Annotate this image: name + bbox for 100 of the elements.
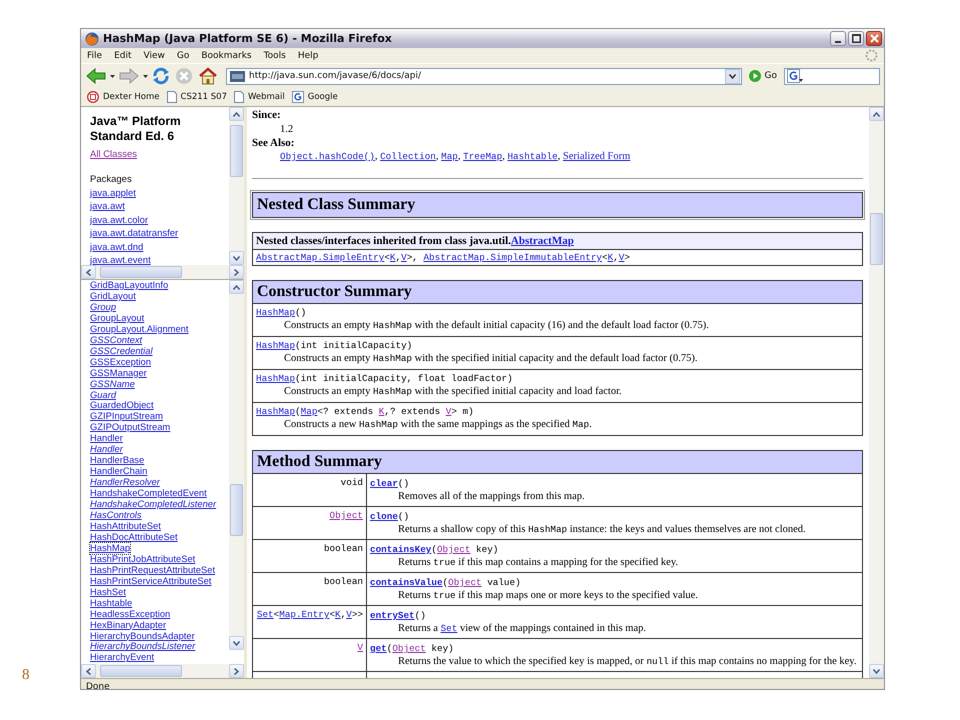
scroll-left-button[interactable]	[81, 664, 96, 678]
class-link[interactable]: HexBinaryAdapter	[90, 620, 166, 630]
doc-link[interactable]: Object	[436, 544, 470, 555]
scroll-thumb[interactable]	[100, 266, 182, 278]
class-link[interactable]: GZIPInputStream	[90, 411, 163, 422]
class-link[interactable]: HasControls	[90, 510, 142, 521]
doc-link[interactable]: clone	[370, 511, 398, 522]
doc-link[interactable]: Object.hashCode()	[280, 151, 375, 162]
scroll-down-button[interactable]	[229, 636, 244, 650]
doc-link[interactable]: V	[618, 252, 624, 263]
class-link[interactable]: Handler	[90, 444, 123, 456]
menu-item[interactable]: View	[144, 50, 165, 60]
class-link[interactable]: GroupLayout	[90, 312, 144, 324]
address-dropdown[interactable]	[724, 68, 740, 84]
vertical-scrollbar[interactable]	[229, 280, 244, 650]
history-dropdown[interactable]	[110, 74, 115, 78]
class-link[interactable]: HierarchyEvent	[90, 652, 154, 664]
scroll-thumb[interactable]	[870, 213, 883, 265]
doc-link[interactable]: K	[390, 252, 396, 263]
doc-link[interactable]: Serialized Form	[562, 151, 630, 162]
bookmark-item[interactable]: Webmail	[234, 91, 285, 103]
package-link[interactable]: java.awt.dnd	[90, 240, 144, 254]
menu-item[interactable]: Help	[298, 50, 318, 60]
doc-link[interactable]: containsValue	[370, 577, 443, 588]
class-link[interactable]: HeadlessException	[90, 608, 170, 620]
package-link[interactable]: java.awt.datatransfer	[90, 227, 178, 240]
class-link[interactable]: HandlerChain	[90, 466, 148, 478]
vertical-scrollbar[interactable]	[229, 107, 244, 265]
maximize-button[interactable]	[848, 31, 864, 46]
scroll-up-button[interactable]	[229, 107, 244, 121]
doc-link[interactable]: V	[401, 252, 407, 263]
doc-link[interactable]: Map	[300, 406, 318, 417]
reload-button[interactable]	[151, 67, 171, 85]
doc-link[interactable]: HashMap	[256, 307, 296, 318]
doc-link[interactable]: V	[346, 609, 352, 620]
class-link[interactable]: HandlerResolver	[90, 477, 160, 488]
all-classes-link[interactable]: All Classes	[90, 148, 137, 162]
scroll-down-button[interactable]	[869, 664, 884, 678]
class-link[interactable]: GroupLayout.Alignment	[90, 324, 188, 335]
doc-link[interactable]: Map.Entry	[279, 609, 330, 620]
minimize-button[interactable]	[830, 31, 846, 46]
doc-link[interactable]: Object	[392, 643, 426, 654]
close-button[interactable]	[866, 31, 882, 46]
class-link[interactable]: HashPrintServiceAttributeSet	[90, 576, 212, 587]
bookmark-item[interactable]: Google	[292, 91, 338, 103]
doc-link[interactable]: V	[357, 642, 363, 653]
menu-item[interactable]: Edit	[114, 50, 132, 60]
doc-link[interactable]: entrySet	[370, 610, 415, 621]
class-link[interactable]: HashMap	[90, 542, 130, 554]
class-link[interactable]: Group	[90, 302, 116, 313]
search-field[interactable]	[784, 68, 880, 84]
bookmark-item[interactable]: CS211 S07	[166, 91, 227, 103]
class-link[interactable]: HierarchyBoundsListener	[90, 641, 196, 652]
home-button[interactable]	[197, 67, 219, 85]
package-link[interactable]: java.awt	[90, 200, 125, 214]
class-link[interactable]: GSSCredential	[90, 346, 153, 357]
class-link[interactable]: HashSet	[90, 586, 126, 598]
doc-link[interactable]: HashMap	[256, 373, 296, 384]
class-link[interactable]: GZIPOutputStream	[90, 422, 170, 434]
class-link[interactable]: HashPrintRequestAttributeSet	[90, 564, 216, 576]
horizontal-scrollbar[interactable]	[81, 664, 244, 678]
vertical-scrollbar[interactable]	[869, 107, 884, 678]
doc-link[interactable]: Hashtable	[507, 151, 558, 162]
menu-item[interactable]: Go	[176, 50, 190, 60]
class-link[interactable]: GSSException	[90, 356, 151, 368]
doc-link[interactable]: K	[608, 252, 614, 263]
class-link[interactable]: HashAttributeSet	[90, 520, 161, 532]
class-link[interactable]: HierarchyBoundsAdapter	[90, 630, 195, 642]
class-link[interactable]: GSSContext	[90, 334, 142, 346]
doc-link[interactable]: containsKey	[370, 544, 432, 555]
back-button[interactable]	[85, 68, 107, 84]
doc-link[interactable]: TreeMap	[463, 151, 502, 162]
doc-link[interactable]: Map	[441, 151, 458, 162]
doc-link[interactable]: Object	[448, 577, 482, 588]
class-link[interactable]: GSSName	[90, 378, 135, 390]
class-link[interactable]: HashDocAttributeSet	[90, 532, 178, 543]
scroll-left-button[interactable]	[81, 265, 96, 279]
doc-link[interactable]: clear	[370, 478, 398, 489]
doc-link[interactable]: AbstractMap	[510, 235, 574, 247]
doc-link[interactable]: Set	[440, 623, 458, 634]
menu-item[interactable]: Bookmarks	[201, 50, 252, 60]
doc-link[interactable]: V	[446, 406, 452, 417]
doc-link[interactable]: HashMap	[256, 406, 296, 417]
class-link[interactable]: Handler	[90, 433, 123, 444]
doc-link[interactable]: Set	[256, 609, 274, 620]
scroll-up-button[interactable]	[869, 107, 884, 121]
package-link[interactable]: java.awt.color	[90, 214, 148, 227]
address-field[interactable]: http://java.sun.com/javase/6/docs/api/	[226, 68, 742, 84]
class-link[interactable]: Guard	[90, 390, 116, 400]
doc-link[interactable]: Object	[330, 510, 363, 521]
class-link[interactable]: HashPrintJobAttributeSet	[90, 554, 196, 565]
bookmark-item[interactable]: Dexter Home	[87, 91, 160, 103]
doc-link[interactable]: K	[378, 406, 384, 417]
doc-link[interactable]: AbstractMap.SimpleEntry	[256, 252, 384, 263]
scroll-right-button[interactable]	[229, 265, 244, 279]
scroll-up-button[interactable]	[229, 280, 244, 294]
class-link[interactable]: Hashtable	[90, 598, 132, 609]
class-link[interactable]: GSSManager	[90, 368, 147, 379]
class-link[interactable]: GridBagLayoutInfo	[90, 280, 168, 291]
history-dropdown[interactable]	[143, 74, 148, 78]
